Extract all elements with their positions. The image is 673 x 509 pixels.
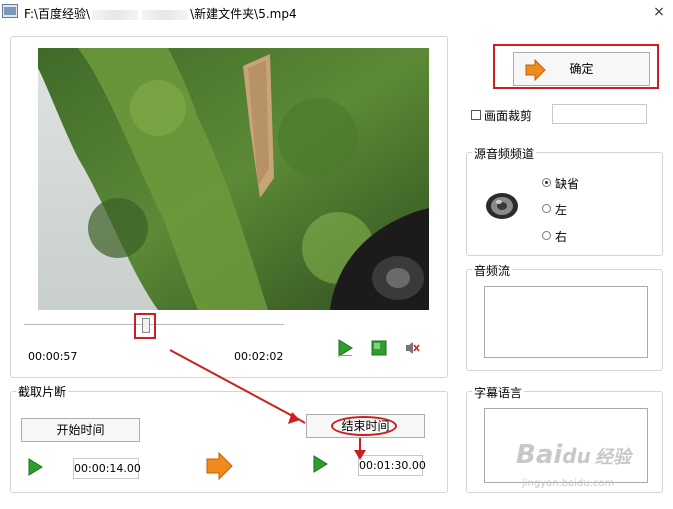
channel-radio-left[interactable] <box>542 204 551 213</box>
confirm-label: 确定 <box>569 62 594 76</box>
channel-label-left: 左 <box>555 203 568 217</box>
start-time-button[interactable]: 开始时间 <box>21 418 140 442</box>
channel-label-default: 缺省 <box>555 177 580 191</box>
app-icon <box>2 4 18 18</box>
window-title: F:\百度经验\ \新建文件夹\5.mp4 <box>24 5 297 22</box>
crop-field[interactable] <box>552 104 647 124</box>
crop-label: 画面裁剪 <box>484 109 533 123</box>
thumb-highlight-box <box>134 313 156 339</box>
watermark-url: jingyan.baidu.com <box>522 478 615 489</box>
audio-stream-title: 音频流 <box>472 262 513 279</box>
arrow-right-icon <box>525 59 546 81</box>
title-folder: \新建文件夹\5.mp4 <box>190 7 297 21</box>
title-bar: F:\百度经验\ \新建文件夹\5.mp4 × <box>0 0 673 26</box>
play-start-icon[interactable] <box>27 458 43 476</box>
speaker-icon <box>486 193 518 219</box>
crop-checkbox[interactable] <box>471 110 481 120</box>
title-redacted <box>92 9 139 20</box>
mute-icon[interactable] <box>404 340 420 356</box>
watermark-logo-text: Baidu 经验 <box>516 440 631 470</box>
current-time: 00:00:57 <box>28 350 78 363</box>
baidu-watermark: Baidu 经验 jingyan.baidu.com <box>516 440 666 495</box>
channel-label-right: 右 <box>555 230 568 244</box>
title-redacted <box>142 9 189 20</box>
close-button[interactable]: × <box>650 3 668 21</box>
video-preview <box>38 48 429 310</box>
channel-radio-right[interactable] <box>542 231 551 240</box>
annotation-arrows <box>169 349 366 460</box>
channel-radio-default[interactable] <box>542 178 551 187</box>
audio-channel-title: 源音频频道 <box>472 145 537 162</box>
clip-group-title: 截取片断 <box>16 383 69 400</box>
close-icon: × <box>653 4 665 20</box>
audio-stream-list[interactable] <box>484 286 648 358</box>
subtitle-title: 字幕语言 <box>472 384 525 401</box>
start-time-field[interactable]: 00:00:14.00 <box>73 458 141 479</box>
confirm-button[interactable]: 确定 <box>513 52 650 86</box>
title-path: F:\百度经验\ <box>24 7 91 21</box>
